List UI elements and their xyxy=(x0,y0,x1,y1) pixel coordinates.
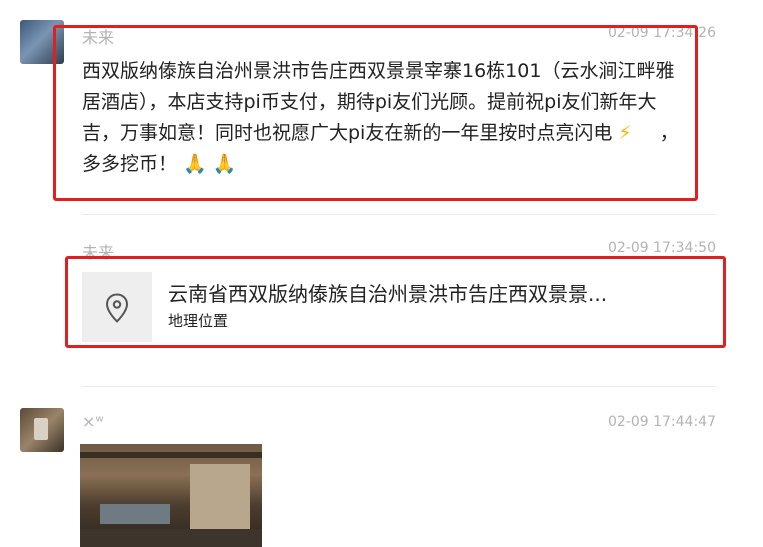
message-timestamp: 02-09 17:44:47 xyxy=(607,414,716,430)
divider xyxy=(82,214,716,215)
highlight-box xyxy=(53,25,698,201)
chat-history: 未来 02-09 17:34:26 西双版纳傣族自治州景洪市告庄西双景景宰寨16… xyxy=(0,0,763,547)
highlight-box xyxy=(65,256,726,348)
avatar[interactable] xyxy=(20,408,64,452)
divider xyxy=(82,386,716,387)
photo-attachment[interactable] xyxy=(80,444,262,547)
message-timestamp: 02-09 17:34:50 xyxy=(607,240,716,256)
sender-name: ×ʷ xyxy=(82,412,104,431)
